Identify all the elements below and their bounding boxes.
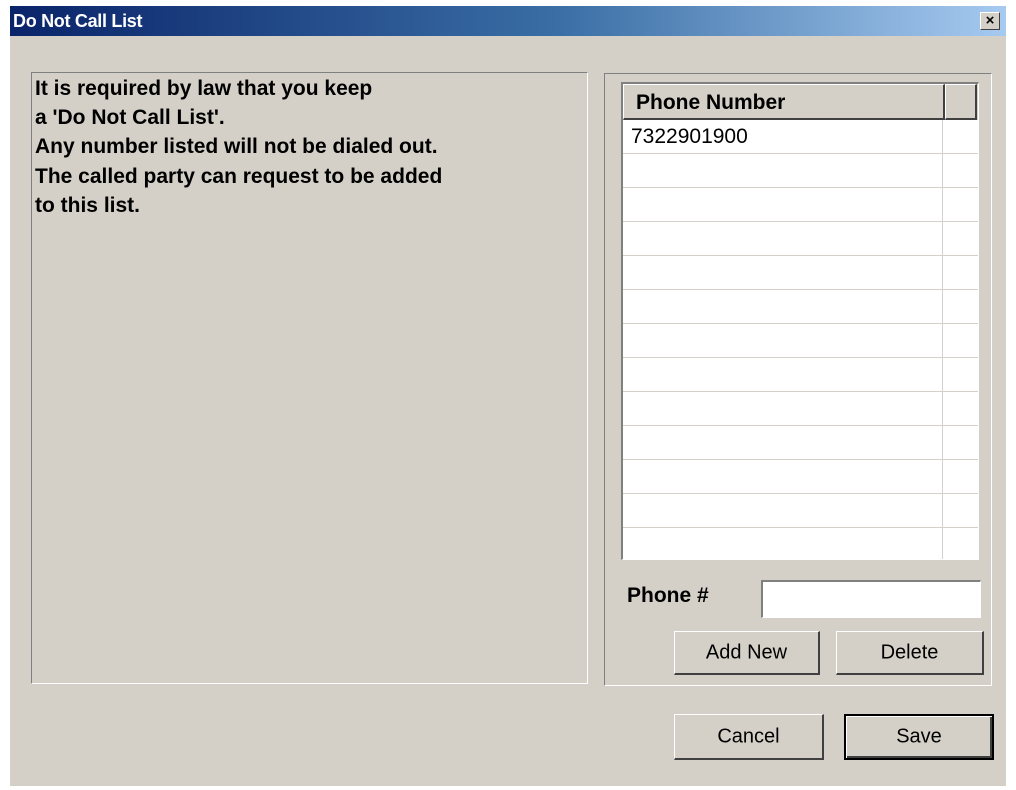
phone-cell-text: 7322901900 bbox=[631, 125, 748, 148]
column-header-extra[interactable] bbox=[945, 84, 977, 120]
save-button[interactable]: Save bbox=[844, 714, 994, 760]
do-not-call-dialog: Do Not Call List × It is required by law… bbox=[10, 6, 1006, 786]
info-line: Any number listed will not be dialed out… bbox=[35, 135, 438, 158]
phone-cell[interactable] bbox=[623, 460, 943, 493]
table-row[interactable] bbox=[623, 392, 978, 426]
table-row[interactable] bbox=[623, 528, 978, 559]
info-line: It is required by law that you keep bbox=[35, 77, 373, 100]
add-new-button[interactable]: Add New bbox=[674, 631, 820, 675]
add-new-label: Add New bbox=[705, 641, 788, 663]
info-panel: It is required by law that you keep a 'D… bbox=[31, 72, 588, 684]
delete-button[interactable]: Delete bbox=[836, 631, 984, 675]
phone-cell[interactable] bbox=[623, 188, 943, 221]
table-row[interactable] bbox=[623, 188, 978, 222]
phone-label: Phone # bbox=[627, 584, 709, 607]
table-row[interactable] bbox=[623, 290, 978, 324]
cancel-label: Cancel bbox=[717, 725, 780, 747]
table-row[interactable] bbox=[623, 324, 978, 358]
info-line: The called party can request to be added bbox=[35, 165, 443, 188]
grid-header: Phone Number bbox=[623, 84, 978, 120]
grid-rows: 7322901900 bbox=[623, 120, 978, 559]
table-row[interactable] bbox=[623, 154, 978, 188]
table-row[interactable]: 7322901900 bbox=[623, 120, 978, 154]
phone-cell[interactable] bbox=[623, 358, 943, 391]
phone-cell[interactable] bbox=[623, 426, 943, 459]
phone-cell[interactable] bbox=[623, 528, 943, 559]
save-label: Save bbox=[896, 725, 942, 748]
phone-cell[interactable] bbox=[623, 324, 943, 357]
phone-list-group: Phone Number 7322901900 Phone # Add New … bbox=[604, 73, 992, 686]
info-line: a 'Do Not Call List'. bbox=[35, 106, 225, 129]
table-row[interactable] bbox=[623, 460, 978, 494]
column-header-phone-number[interactable]: Phone Number bbox=[623, 84, 945, 120]
phone-cell[interactable] bbox=[623, 494, 943, 527]
cancel-button[interactable]: Cancel bbox=[674, 714, 824, 760]
window-title: Do Not Call List bbox=[13, 11, 143, 31]
phone-number-grid[interactable]: Phone Number 7322901900 bbox=[621, 82, 979, 560]
table-row[interactable] bbox=[623, 358, 978, 392]
table-row[interactable] bbox=[623, 426, 978, 460]
close-icon: × bbox=[985, 12, 995, 29]
title-bar: Do Not Call List × bbox=[10, 6, 1006, 36]
close-button[interactable]: × bbox=[980, 12, 1000, 30]
table-row[interactable] bbox=[623, 222, 978, 256]
phone-cell[interactable]: 7322901900 bbox=[623, 120, 943, 153]
column-header-label: Phone Number bbox=[636, 91, 786, 114]
phone-cell[interactable] bbox=[623, 290, 943, 323]
phone-cell[interactable] bbox=[623, 392, 943, 425]
phone-cell[interactable] bbox=[623, 154, 943, 187]
delete-label: Delete bbox=[880, 641, 939, 663]
info-line: to this list. bbox=[35, 194, 140, 217]
phone-input[interactable] bbox=[761, 580, 981, 618]
table-row[interactable] bbox=[623, 256, 978, 290]
table-row[interactable] bbox=[623, 494, 978, 528]
phone-cell[interactable] bbox=[623, 222, 943, 255]
phone-cell[interactable] bbox=[623, 256, 943, 289]
